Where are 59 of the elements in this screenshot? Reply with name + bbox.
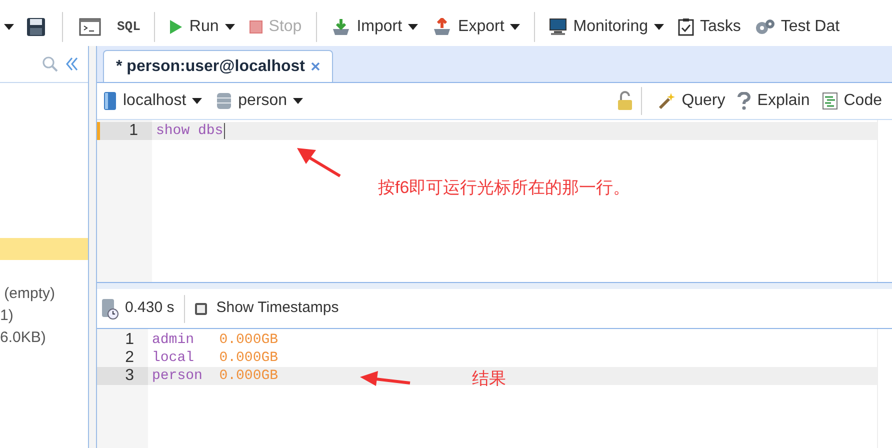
code-icon bbox=[822, 92, 838, 110]
toolbar-button[interactable]: Import bbox=[326, 15, 422, 39]
line-number: 3 bbox=[97, 367, 148, 385]
collapse-icon[interactable] bbox=[66, 57, 78, 71]
import-icon bbox=[330, 18, 351, 36]
toolbar-button[interactable]: Explain bbox=[737, 89, 810, 113]
arrow bbox=[297, 148, 341, 178]
database-clock-icon bbox=[101, 298, 119, 320]
magic-wand-icon bbox=[658, 92, 676, 110]
caret-icon bbox=[192, 98, 202, 104]
server-icon bbox=[103, 91, 117, 111]
toolbar-button[interactable]: Export bbox=[428, 15, 524, 39]
caret-icon bbox=[654, 24, 664, 30]
close-icon[interactable] bbox=[310, 62, 320, 71]
line-number: 1 bbox=[97, 122, 152, 140]
play-icon bbox=[169, 19, 184, 35]
tree-item[interactable]: (empty) bbox=[0, 283, 88, 305]
clipboard-icon bbox=[678, 18, 694, 36]
search-icon[interactable] bbox=[42, 56, 58, 72]
database-icon bbox=[216, 91, 232, 111]
splitter[interactable] bbox=[97, 282, 892, 289]
tree-item[interactable]: 6.0KB) bbox=[0, 327, 88, 349]
code-line: show dbs bbox=[156, 123, 226, 139]
toolbar-button[interactable]: Code bbox=[822, 89, 882, 113]
arrow bbox=[360, 371, 410, 386]
caret-icon bbox=[224, 24, 235, 30]
caret-icon[interactable] bbox=[4, 24, 14, 30]
elapsed-time: 0.430 s bbox=[125, 298, 174, 318]
dropdown[interactable]: person bbox=[216, 89, 304, 113]
tab[interactable]: * person:user@localhost bbox=[103, 50, 333, 82]
line-number: 2 bbox=[124, 349, 135, 367]
export-icon bbox=[432, 18, 452, 36]
toolbar-button[interactable]: Tasks bbox=[674, 15, 745, 39]
annotation-text: 按f6即可运行光标所在的那一行。 bbox=[378, 177, 630, 199]
caret-icon bbox=[293, 98, 304, 104]
annotation-text: 结果 bbox=[472, 368, 506, 390]
checkbox[interactable]: Show Timestamps bbox=[195, 297, 339, 320]
result-line: person 0.000GB bbox=[152, 368, 278, 384]
toolbar-button[interactable]: Run bbox=[165, 15, 239, 39]
result-line: admin 0.000GB bbox=[152, 332, 278, 348]
question-icon bbox=[737, 92, 752, 110]
tree-item[interactable]: 1) bbox=[0, 305, 88, 327]
save-icon[interactable] bbox=[26, 17, 46, 37]
toolbar-button[interactable]: Monitoring bbox=[545, 15, 668, 39]
caret-icon bbox=[408, 24, 418, 30]
dropdown[interactable]: localhost bbox=[103, 89, 202, 113]
caret-icon bbox=[510, 24, 520, 30]
result-line: local 0.000GB bbox=[152, 350, 278, 366]
stop-icon bbox=[248, 20, 263, 34]
sql-button[interactable]: SQL bbox=[117, 17, 140, 37]
padlock-icon[interactable] bbox=[616, 91, 633, 111]
gears-icon bbox=[754, 18, 775, 36]
toolbar-button[interactable]: Test Dat bbox=[750, 15, 844, 39]
line-number: 1 bbox=[124, 331, 135, 349]
monitor-icon bbox=[549, 18, 568, 36]
toolbar-button: Stop bbox=[244, 15, 306, 39]
toolbar-button[interactable]: Query bbox=[658, 89, 726, 113]
console-icon[interactable] bbox=[79, 18, 101, 36]
splitter[interactable] bbox=[89, 46, 97, 448]
